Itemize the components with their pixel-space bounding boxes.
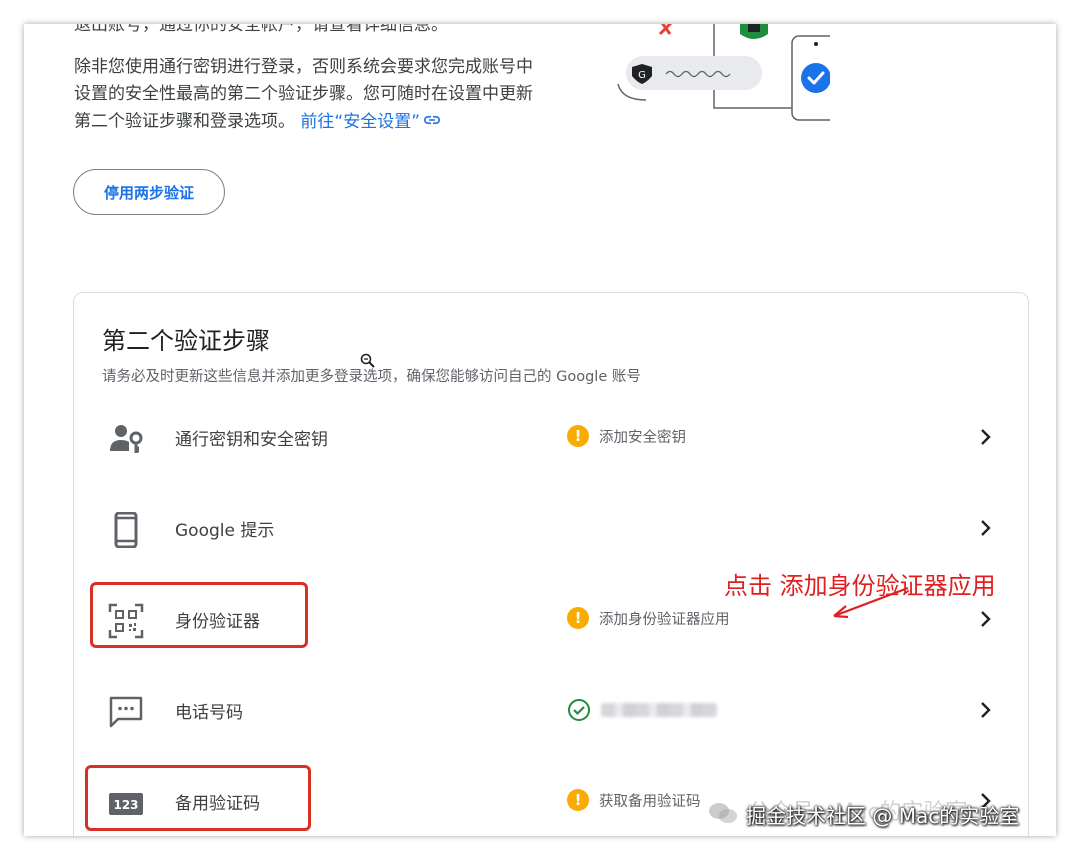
warning-icon: ! bbox=[567, 425, 589, 447]
row-google-prompt[interactable]: Google 提示 bbox=[74, 494, 1030, 564]
disable-2sv-button[interactable]: 停用两步验证 bbox=[73, 169, 225, 215]
qr-code-icon bbox=[108, 603, 144, 639]
row-phone-number[interactable]: 电话号码 bbox=[74, 676, 1030, 746]
annotation-arrow-icon bbox=[833, 586, 909, 619]
row-label: 身份验证器 bbox=[175, 612, 260, 632]
warning-icon: ! bbox=[567, 607, 589, 629]
security-settings-link[interactable]: 前往“安全设置” bbox=[300, 112, 441, 132]
chevron-right-icon bbox=[976, 698, 996, 722]
illustration: G bbox=[590, 24, 841, 124]
row-label: Google 提示 bbox=[175, 521, 275, 541]
row-label: 通行密钥和安全密钥 bbox=[175, 430, 328, 450]
row-passkeys[interactable]: 通行密钥和安全密钥 ! 添加安全密钥 bbox=[74, 403, 1030, 473]
row-status: ! 获取备用验证码 bbox=[567, 789, 701, 811]
backup-code-icon: 123 bbox=[108, 785, 144, 821]
row-status: ! 添加安全密钥 bbox=[567, 425, 686, 447]
second-step-card: 第二个验证步骤 请务必及时更新这些信息并添加更多登录选项，确保您能够访问自己的 … bbox=[73, 292, 1029, 836]
redacted-phone-number bbox=[601, 703, 717, 717]
zoom-cursor-icon bbox=[360, 353, 376, 373]
sms-icon bbox=[108, 694, 144, 730]
cut-off-text: 退出账号，通过你的安全帐户，请查看详细信息。 bbox=[74, 24, 448, 35]
passkey-icon bbox=[108, 421, 144, 457]
intro-paragraph: 除非您使用通行密钥进行登录，否则系统会要求您完成账号中设置的安全性最高的第二个验… bbox=[74, 54, 544, 136]
warning-icon: ! bbox=[567, 789, 589, 811]
row-label: 备用验证码 bbox=[175, 794, 260, 814]
row-label: 电话号码 bbox=[175, 703, 243, 723]
link-icon bbox=[423, 108, 441, 135]
watermark-text: 掘金技术社区 @ Mac的实验室 bbox=[746, 804, 1020, 828]
svg-text:123: 123 bbox=[113, 798, 138, 812]
chevron-right-icon bbox=[976, 607, 996, 631]
settings-page: 退出账号，通过你的安全帐户，请查看详细信息。 除非您使用通行密钥进行登录，否则系… bbox=[24, 24, 1056, 836]
chevron-right-icon bbox=[976, 516, 996, 540]
bubble-letter: G bbox=[638, 70, 646, 81]
wechat-icon bbox=[708, 801, 738, 829]
card-title: 第二个验证步骤 bbox=[102, 327, 270, 355]
row-status: ! 添加身份验证器应用 bbox=[567, 607, 730, 629]
row-status bbox=[567, 698, 717, 722]
watermark: 公众号 · Mac的实验室 掘金技术社区 @ Mac的实验室 bbox=[708, 800, 1019, 829]
phone-icon bbox=[108, 512, 144, 548]
check-circle-icon bbox=[567, 698, 591, 722]
chevron-right-icon bbox=[976, 425, 996, 449]
